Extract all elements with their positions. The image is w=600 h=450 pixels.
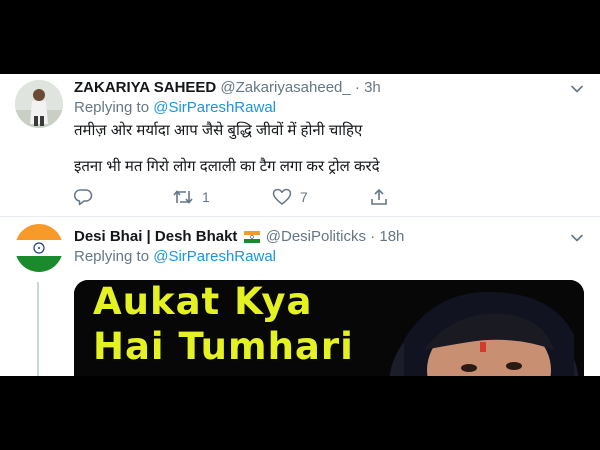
india-flag-avatar [15, 224, 63, 272]
thread-line [37, 282, 39, 376]
separator: · [366, 228, 380, 245]
user-handle[interactable]: @DesiPoliticks [266, 228, 366, 245]
tweet-media-image[interactable]: Aukat Kya Hai Tumhari [74, 280, 584, 376]
chevron-down-icon[interactable] [570, 231, 584, 245]
display-name[interactable]: Desi Bhai | Desh Bhakt [74, 228, 237, 245]
replying-to: Replying to @SirPareshRawal [74, 247, 276, 267]
tweet-thread: ZAKARIYA SAHEED @Zakariyasaheed_ · 3h Re… [0, 74, 600, 376]
timestamp[interactable]: 18h [379, 228, 404, 245]
media-caption-line: Hai Tumhari [93, 325, 354, 368]
avatar[interactable] [15, 224, 63, 272]
replying-to-label: Replying to [74, 248, 150, 265]
media-caption-line: Aukat Kya [93, 280, 313, 323]
india-flag-icon [243, 231, 260, 243]
tweet[interactable]: Desi Bhai | Desh Bhakt @DesiPoliticks · … [0, 74, 600, 376]
mention-link[interactable]: @SirPareshRawal [153, 248, 276, 265]
tweet-header: Desi Bhai | Desh Bhakt @DesiPoliticks · … [74, 227, 404, 247]
